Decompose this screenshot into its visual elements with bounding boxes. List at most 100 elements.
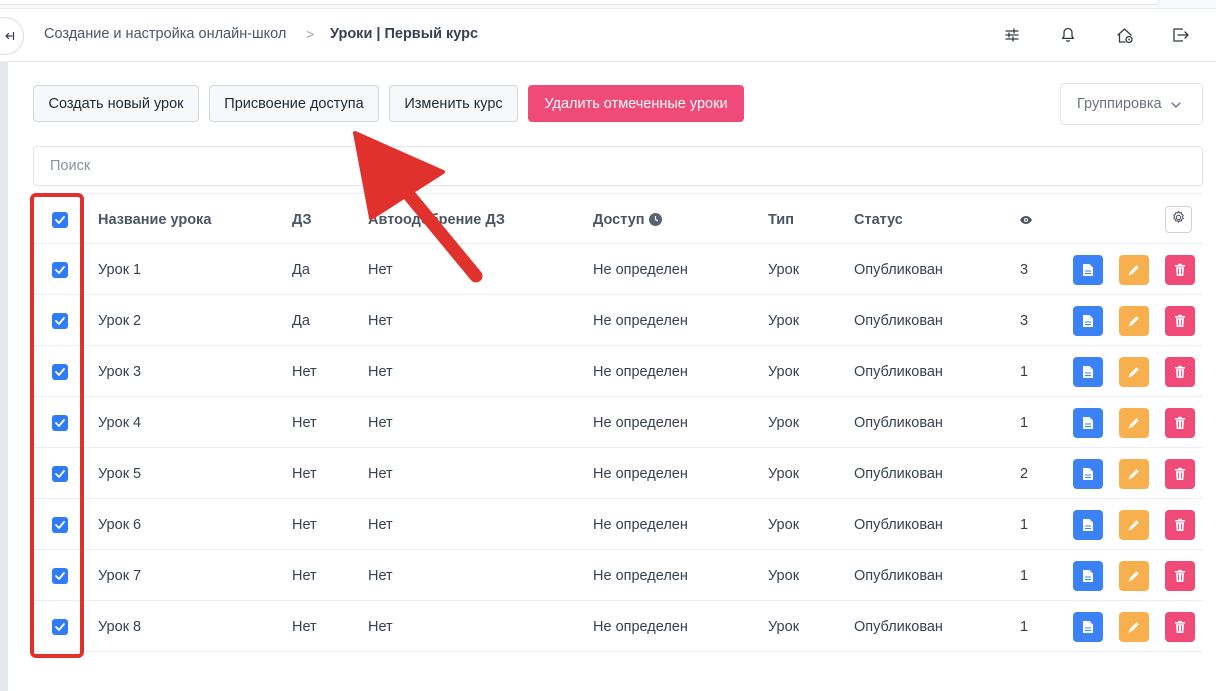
column-header-hw[interactable]: ДЗ [292,194,312,245]
breadcrumb-parent[interactable]: Создание и настройка онлайн-школ [44,26,286,42]
table-body: Урок 1 Да Нет Не определен Урок Опубликован 3 У… [33,244,1203,652]
delete-lesson-button[interactable] [1165,255,1195,285]
cell-type: Урок [768,312,800,329]
gear-icon [1171,210,1186,230]
cell-auto-approve: Нет [368,261,393,278]
view-lesson-button[interactable] [1073,561,1103,591]
view-lesson-button[interactable] [1073,510,1103,540]
column-header-name[interactable]: Название урока [98,194,211,245]
row-checkbox[interactable] [52,499,68,550]
pencil-icon [1127,569,1141,583]
left-rail [0,62,8,691]
delete-lesson-button[interactable] [1165,357,1195,387]
document-icon [1082,467,1094,481]
cell-type: Урок [768,618,800,635]
cell-lesson-name: Урок 7 [98,567,142,584]
cell-views: 1 [1020,363,1029,380]
cell-homework: Нет [292,465,317,482]
cell-type: Урок [768,414,800,431]
create-lesson-button[interactable]: Создать новый урок [33,85,199,122]
sliders-icon[interactable] [1001,24,1023,46]
document-icon [1082,569,1094,583]
search-input[interactable] [33,146,1203,186]
edit-lesson-button[interactable] [1119,510,1149,540]
cell-lesson-name: Урок 2 [98,312,142,329]
trash-icon [1174,620,1186,634]
cell-status: Опубликован [854,363,943,380]
logout-icon[interactable] [1170,24,1192,46]
pencil-icon [1127,467,1141,481]
edit-lesson-button[interactable] [1119,357,1149,387]
pencil-icon [1127,620,1141,634]
delete-lesson-button[interactable] [1165,510,1195,540]
view-lesson-button[interactable] [1073,306,1103,336]
cell-type: Урок [768,516,800,533]
breadcrumb-separator: > [306,26,315,42]
cell-lesson-name: Урок 6 [98,516,142,533]
delete-lesson-button[interactable] [1165,612,1195,642]
checkbox-checked [52,363,68,380]
view-lesson-button[interactable] [1073,357,1103,387]
cell-access: Не определен [593,618,688,635]
trash-icon [1174,518,1186,532]
bell-icon[interactable] [1057,24,1079,46]
table-row: Урок 8 Нет Нет Не определен Урок Опубликован 1 [33,601,1203,652]
cell-lesson-name: Урок 4 [98,414,142,431]
cell-auto-approve: Нет [368,414,393,431]
column-header-access[interactable]: Доступ [593,194,662,245]
document-icon [1082,365,1094,379]
cell-status: Опубликован [854,312,943,329]
table-row: Урок 6 Нет Нет Не определен Урок Опубликован 1 [33,499,1203,550]
row-checkbox[interactable] [52,295,68,346]
table-row: Урок 3 Нет Нет Не определен Урок Опубликован 1 [33,346,1203,397]
edit-lesson-button[interactable] [1119,612,1149,642]
delete-selected-lessons-button[interactable]: Удалить отмеченные уроки [528,85,744,122]
view-lesson-button[interactable] [1073,612,1103,642]
grouping-select[interactable]: Группировка [1060,83,1203,125]
row-checkbox[interactable] [52,448,68,499]
edit-lesson-button[interactable] [1119,408,1149,438]
edit-lesson-button[interactable] [1119,459,1149,489]
row-checkbox[interactable] [52,550,68,601]
cell-views: 3 [1020,312,1029,329]
delete-lesson-button[interactable] [1165,408,1195,438]
view-lesson-button[interactable] [1073,408,1103,438]
cell-homework: Нет [292,363,317,380]
checkbox-checked [52,618,68,635]
edit-lesson-button[interactable] [1119,306,1149,336]
cell-views: 1 [1020,567,1029,584]
row-checkbox[interactable] [52,601,68,652]
delete-lesson-button[interactable] [1165,561,1195,591]
trash-icon [1174,569,1186,583]
column-header-type[interactable]: Тип [768,194,794,245]
select-all-checkbox[interactable] [52,194,68,245]
view-lesson-button[interactable] [1073,459,1103,489]
trash-icon [1174,314,1186,328]
cell-type: Урок [768,465,800,482]
assign-access-button[interactable]: Присвоение доступа [209,85,379,122]
row-checkbox[interactable] [52,346,68,397]
cell-access: Не определен [593,516,688,533]
cell-lesson-name: Урок 8 [98,618,142,635]
edit-course-button[interactable]: Изменить курс [389,85,518,122]
pencil-icon [1127,365,1141,379]
delete-lesson-button[interactable] [1165,306,1195,336]
checkbox-checked [52,211,68,228]
cell-auto-approve: Нет [368,465,393,482]
edit-lesson-button[interactable] [1119,561,1149,591]
column-header-auto-approve[interactable]: Автоодобрение ДЗ [368,194,505,245]
edit-lesson-button[interactable] [1119,255,1149,285]
home-settings-icon[interactable] [1114,24,1136,46]
top-strip [0,0,1216,9]
delete-lesson-button[interactable] [1165,459,1195,489]
row-checkbox[interactable] [52,244,68,295]
column-header-status[interactable]: Статус [854,194,903,245]
table-settings-button[interactable] [1165,206,1192,233]
view-lesson-button[interactable] [1073,255,1103,285]
cell-auto-approve: Нет [368,363,393,380]
grouping-label: Группировка [1077,96,1162,112]
row-checkbox[interactable] [52,397,68,448]
cell-homework: Да [292,312,310,329]
trash-icon [1174,416,1186,430]
chevron-down-icon [1170,96,1181,112]
